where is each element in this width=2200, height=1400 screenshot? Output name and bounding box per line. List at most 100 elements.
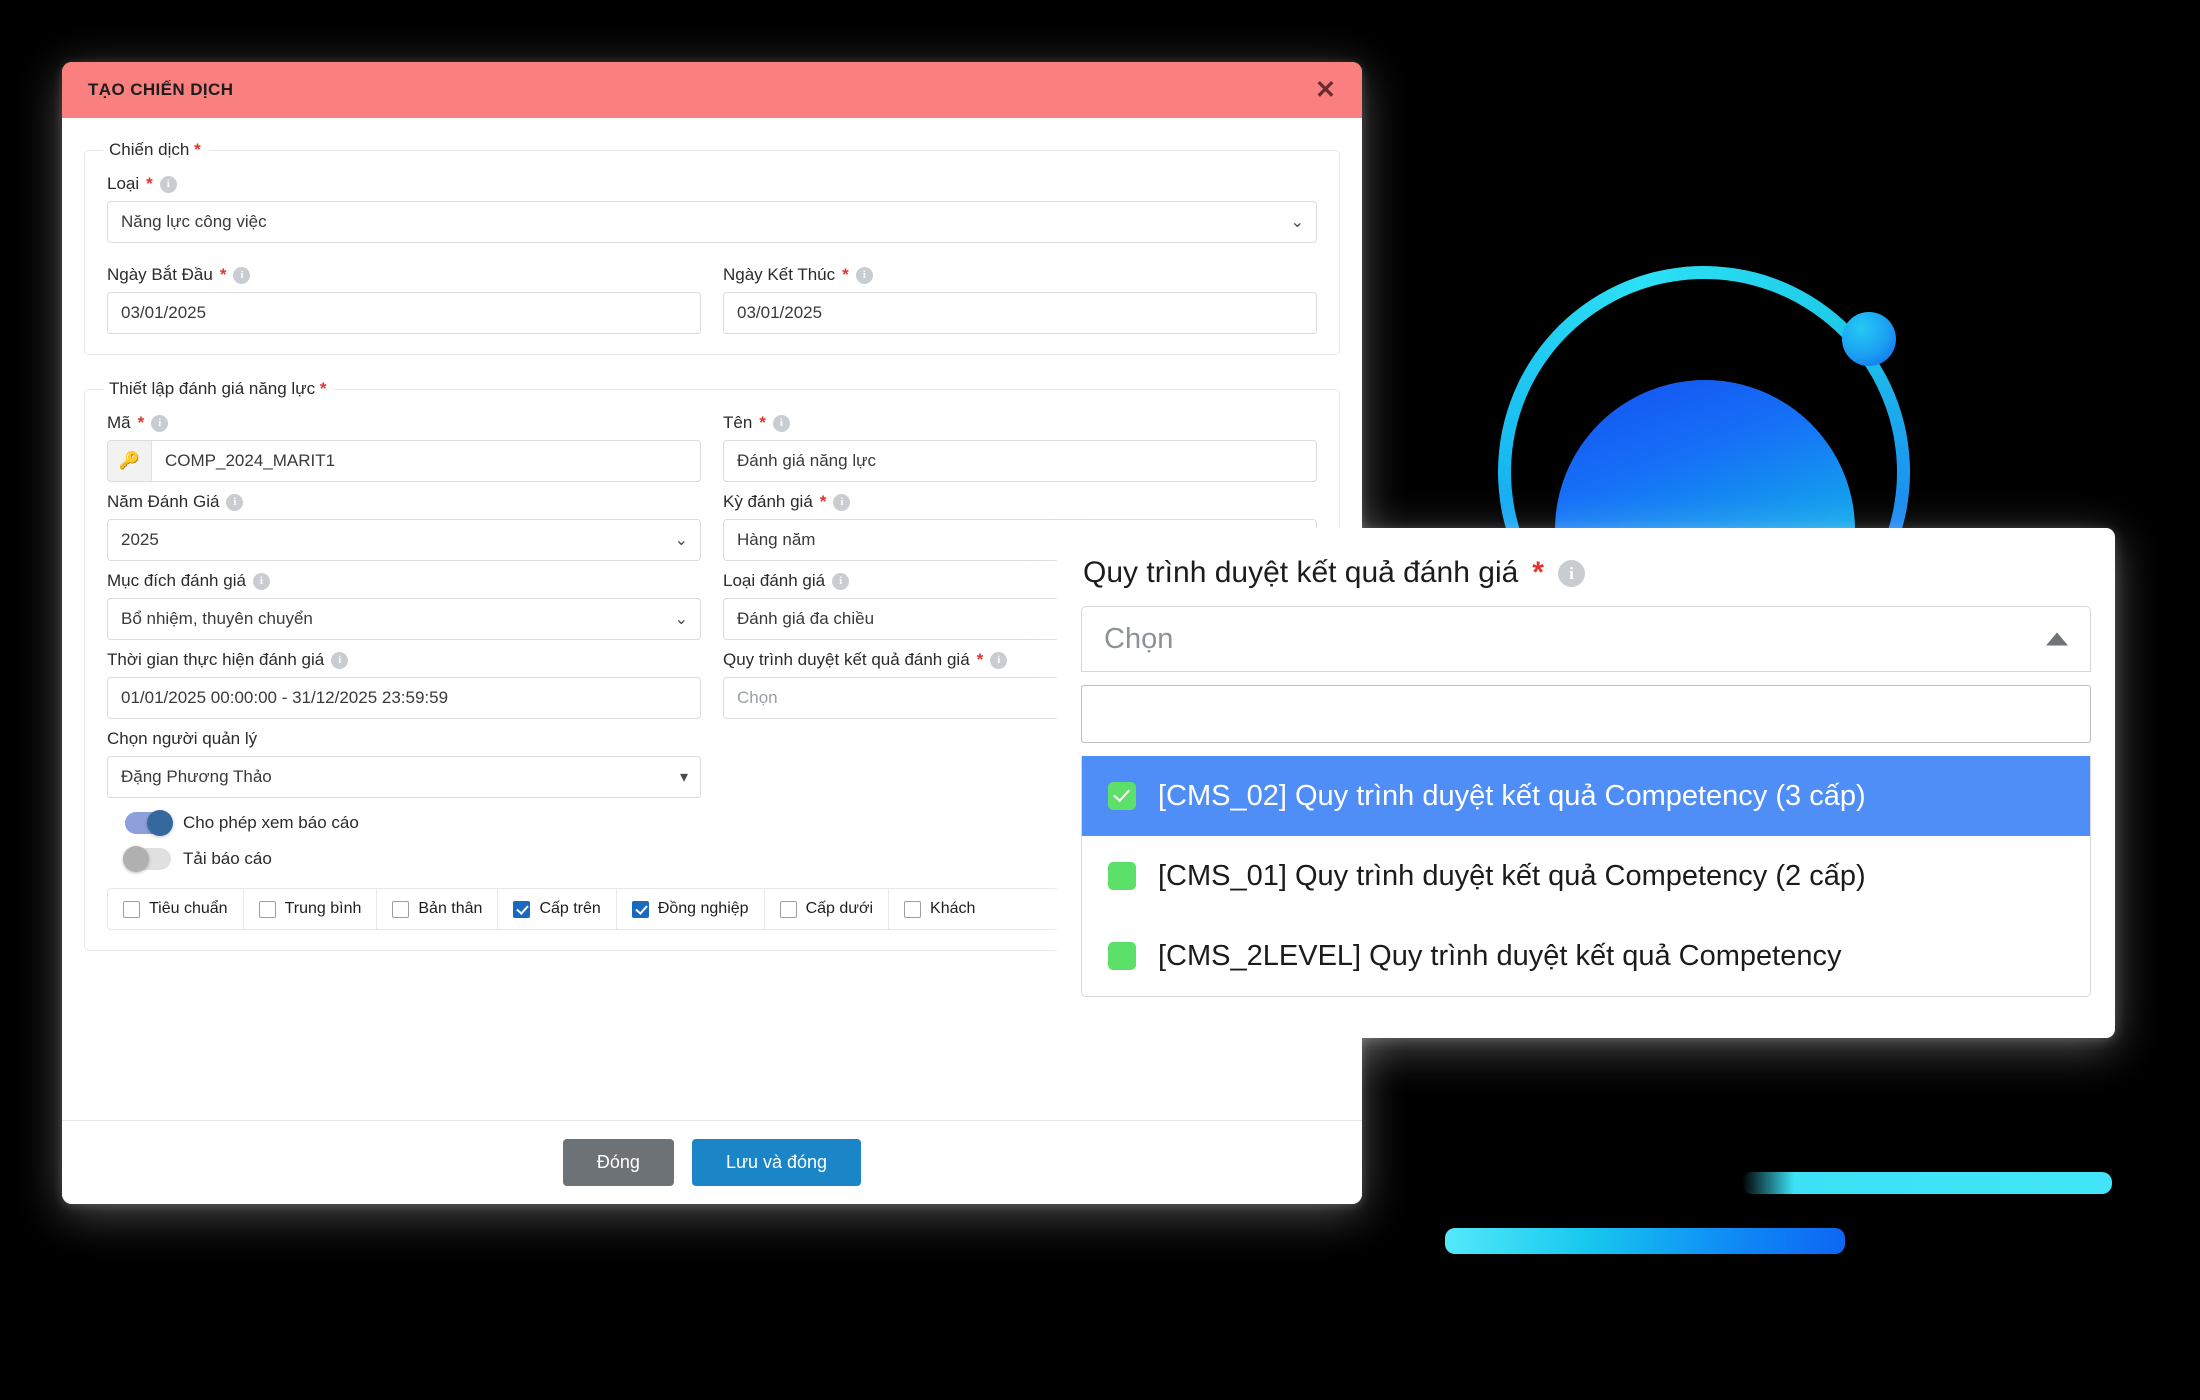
campaign-type-select-wrap: Năng lực công việc ⌄ (107, 201, 1317, 243)
name-field: Tên * i Đánh giá năng lực (723, 403, 1317, 482)
checkbox-khach[interactable] (904, 900, 922, 918)
code-field: Mã * i 🔑 COMP_2024_MARIT1 (107, 403, 701, 482)
info-icon[interactable]: i (159, 175, 177, 193)
modal-footer: Đóng Lưu và đóng (62, 1120, 1362, 1204)
info-icon[interactable]: i (832, 572, 850, 590)
competency-setup-legend: Thiết lập đánh giá năng lực * (103, 379, 334, 399)
toggle-knob (147, 810, 173, 836)
campaign-group-legend-text: Chiến dịch (109, 140, 190, 159)
code-label: Mã * i (107, 413, 701, 433)
required-star: * (194, 140, 201, 159)
save-and-close-button[interactable]: Lưu và đóng (691, 1139, 862, 1186)
year-select[interactable]: 2025 (107, 519, 701, 561)
name-input[interactable]: Đánh giá năng lực (723, 440, 1317, 482)
end-date-label-text: Ngày Kết Thúc (723, 265, 836, 284)
year-label: Năm Đánh Giá i (107, 492, 701, 512)
checkbox-label: Cấp trên (539, 900, 601, 917)
end-date-input[interactable]: 03/01/2025 (723, 292, 1317, 334)
info-icon[interactable]: i (990, 651, 1008, 669)
close-icon[interactable]: ✕ (1315, 77, 1336, 103)
info-icon[interactable]: i (226, 493, 244, 511)
info-icon[interactable]: i (833, 493, 851, 511)
timeframe-field: Thời gian thực hiện đánh giá i 01/01/202… (107, 640, 701, 719)
manager-select[interactable]: Đặng Phương Thảo (107, 756, 701, 798)
checkbox-dong-nghiep[interactable] (631, 900, 649, 918)
start-date-label: Ngày Bắt Đầu * i (107, 265, 701, 285)
purpose-label-text: Mục đích đánh giá (107, 571, 246, 590)
eval-type-label-text: Loại đánh giá (723, 571, 826, 590)
approval-process-dropdown-placeholder: Chọn (1104, 622, 1174, 655)
checkbox-ban-than[interactable] (392, 900, 410, 918)
option-cms-01[interactable]: [CMS_01] Quy trình duyệt kết quả Compete… (1082, 836, 2090, 916)
required-star: * (1532, 556, 1544, 589)
page-title: TẠO CHIẾN DỊCH (88, 80, 234, 99)
approval-process-option-list: [CMS_02] Quy trình duyệt kết quả Compete… (1081, 756, 2091, 997)
timeframe-input[interactable]: 01/01/2025 00:00:00 - 31/12/2025 23:59:5… (107, 677, 701, 719)
required-star: * (319, 379, 327, 398)
checkbox-label: Cấp dưới (805, 900, 874, 917)
approval-process-panel-label: Quy trình duyệt kết quả đánh giá * i (1083, 556, 2091, 590)
period-label-text: Kỳ đánh giá (723, 492, 813, 511)
year-label-text: Năm Đánh Giá (107, 492, 220, 511)
checkbox-tieu-chuan[interactable] (123, 900, 140, 918)
checkbox-icon[interactable] (1108, 862, 1136, 890)
approval-process-dropdown-trigger[interactable]: Chọn (1081, 606, 2091, 672)
timeframe-label-text: Thời gian thực hiện đánh giá (107, 650, 325, 669)
approval-process-dropdown-panel: Quy trình duyệt kết quả đánh giá * i Chọ… (1057, 528, 2115, 1038)
close-button[interactable]: Đóng (562, 1139, 674, 1186)
start-date-field: Ngày Bắt Đầu * i 03/01/2025 (107, 255, 701, 334)
option-label: [CMS_2LEVEL] Quy trình duyệt kết quả Com… (1158, 939, 1842, 972)
checkbox-item[interactable]: Tiêu chuẩn (108, 889, 244, 929)
checkbox-item[interactable]: Bản thân (377, 889, 499, 929)
campaign-type-select[interactable]: Năng lực công việc (107, 201, 1317, 243)
toggle-switch-off[interactable] (123, 846, 171, 872)
code-input[interactable]: COMP_2024_MARIT1 (152, 441, 700, 481)
checkbox-item[interactable]: Đồng nghiệp (617, 889, 765, 929)
info-icon[interactable]: i (1557, 559, 1585, 587)
campaign-type-label-text: Loại (107, 174, 140, 193)
checkbox-icon[interactable] (1108, 782, 1136, 810)
checkbox-item[interactable]: Cấp dưới (765, 889, 890, 929)
manager-label: Chọn người quản lý (107, 729, 701, 749)
option-cms-02[interactable]: [CMS_02] Quy trình duyệt kết quả Compete… (1082, 756, 2090, 836)
screen-root: TẠO CHIẾN DỊCH ✕ Chiến dịch * Loại * i N… (0, 0, 2200, 1400)
checkbox-trung-binh[interactable] (258, 900, 276, 918)
required-star: * (759, 413, 766, 432)
purpose-label: Mục đích đánh giá i (107, 571, 701, 591)
purpose-select-wrap: Bổ nhiệm, thuyên chuyển ⌄ (107, 598, 701, 640)
checkbox-item[interactable]: Khách (889, 889, 990, 929)
start-date-input[interactable]: 03/01/2025 (107, 292, 701, 334)
required-star: * (137, 413, 145, 432)
name-label-text: Tên (723, 413, 753, 432)
toggle-switch-on[interactable] (125, 810, 173, 836)
info-icon[interactable]: i (331, 651, 349, 669)
checkbox-cap-tren[interactable] (513, 900, 531, 918)
competency-setup-legend-text: Thiết lập đánh giá năng lực (109, 379, 316, 398)
info-icon[interactable]: i (772, 414, 790, 432)
checkbox-cap-duoi[interactable] (779, 900, 797, 918)
decorative-bar-bottom-graphic (1445, 1228, 1845, 1254)
toggle-knob (123, 846, 149, 872)
start-date-label-text: Ngày Bắt Đầu (107, 265, 213, 284)
end-date-field: Ngày Kết Thúc * i 03/01/2025 (723, 255, 1317, 334)
option-cms-2level[interactable]: [CMS_2LEVEL] Quy trình duyệt kết quả Com… (1082, 916, 2090, 996)
year-field: Năm Đánh Giá i 2025 ⌄ (107, 482, 701, 561)
info-icon[interactable]: i (151, 414, 169, 432)
manager-label-text: Chọn người quản lý (107, 729, 258, 748)
approval-process-label-text: Quy trình duyệt kết quả đánh giá (723, 650, 970, 669)
info-icon[interactable]: i (855, 266, 873, 284)
period-label: Kỳ đánh giá * i (723, 492, 1317, 512)
info-icon[interactable]: i (233, 266, 251, 284)
code-name-row: Mã * i 🔑 COMP_2024_MARIT1 Tên * i Đánh g… (107, 403, 1317, 482)
manager-select-wrap: Đặng Phương Thảo ▾ (107, 756, 701, 798)
info-icon[interactable]: i (252, 572, 270, 590)
checkbox-item[interactable]: Trung bình (244, 889, 378, 929)
checkbox-label: Khách (930, 900, 976, 917)
option-label: [CMS_01] Quy trình duyệt kết quả Compete… (1158, 859, 1866, 892)
purpose-select[interactable]: Bổ nhiệm, thuyên chuyển (107, 598, 701, 640)
checkbox-item[interactable]: Cấp trên (498, 889, 617, 929)
checkbox-label: Trung bình (284, 900, 362, 917)
approval-process-search-input[interactable] (1081, 685, 2091, 743)
purpose-field: Mục đích đánh giá i Bổ nhiệm, thuyên chu… (107, 561, 701, 640)
checkbox-icon[interactable] (1108, 942, 1136, 970)
